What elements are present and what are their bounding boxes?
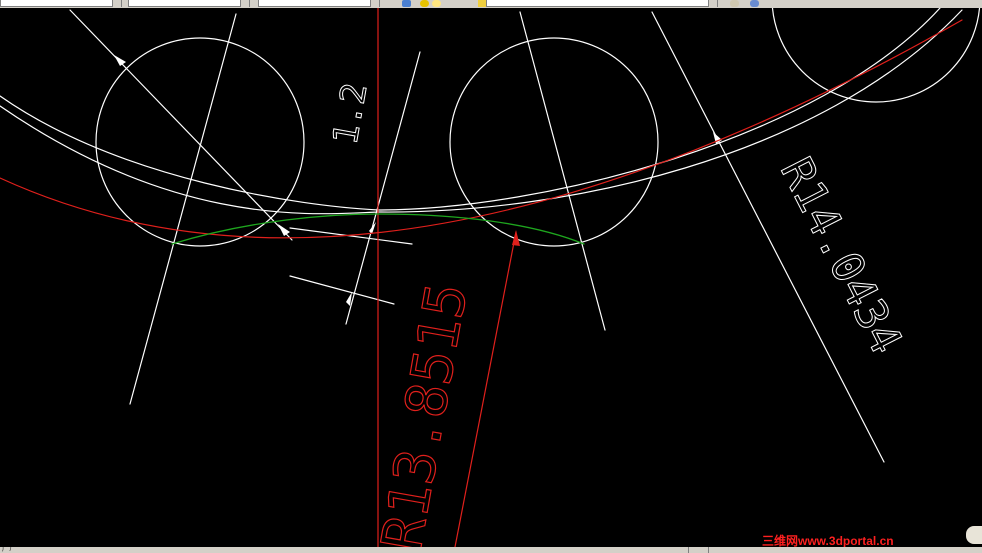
right-circle xyxy=(449,37,659,247)
inner-radius-dimension-text: R13.8515 xyxy=(370,279,481,547)
upper-right-circle xyxy=(771,8,981,103)
construction-line-2 xyxy=(519,11,606,331)
sun-icon[interactable] xyxy=(420,0,429,7)
leader-line-left xyxy=(69,9,293,241)
toolbar-combo-1[interactable] xyxy=(0,0,122,7)
arrowhead-5 xyxy=(278,224,290,236)
combo-dropdown-icon[interactable] xyxy=(112,0,121,7)
layer-icon[interactable] xyxy=(402,0,411,7)
toolbar xyxy=(0,0,982,8)
arrowhead-1 xyxy=(114,55,126,66)
corner-button[interactable] xyxy=(966,526,982,544)
lightbulb-icon[interactable] xyxy=(432,0,441,7)
construction-line-1 xyxy=(129,13,237,405)
toolbar-combo-2[interactable] xyxy=(128,0,250,7)
layer-previous-icon[interactable] xyxy=(730,0,739,7)
combo-dropdown-icon[interactable] xyxy=(240,0,249,7)
arrowheads xyxy=(114,55,722,306)
layer-manager-icon[interactable] xyxy=(750,0,759,7)
red-geometry xyxy=(0,8,963,547)
status-divider xyxy=(688,547,689,553)
red-leader-line xyxy=(454,231,517,547)
toolbar-combo-3[interactable] xyxy=(258,0,380,7)
drawing-canvas[interactable]: 1.2 R14.0434 R13.8515 xyxy=(0,8,982,547)
status-bar: 广 / xyxy=(0,547,982,553)
combo-dropdown-icon[interactable] xyxy=(370,0,379,7)
gap-dimension-text: 1.2 xyxy=(325,80,375,147)
status-divider xyxy=(708,547,709,553)
arrowhead-3 xyxy=(369,222,376,234)
outer-radius-dimension-text: R14.0434 xyxy=(770,150,912,362)
layer-combo[interactable] xyxy=(486,0,718,7)
status-text: 广 / xyxy=(2,547,12,553)
combo-dropdown-icon[interactable] xyxy=(708,0,717,7)
